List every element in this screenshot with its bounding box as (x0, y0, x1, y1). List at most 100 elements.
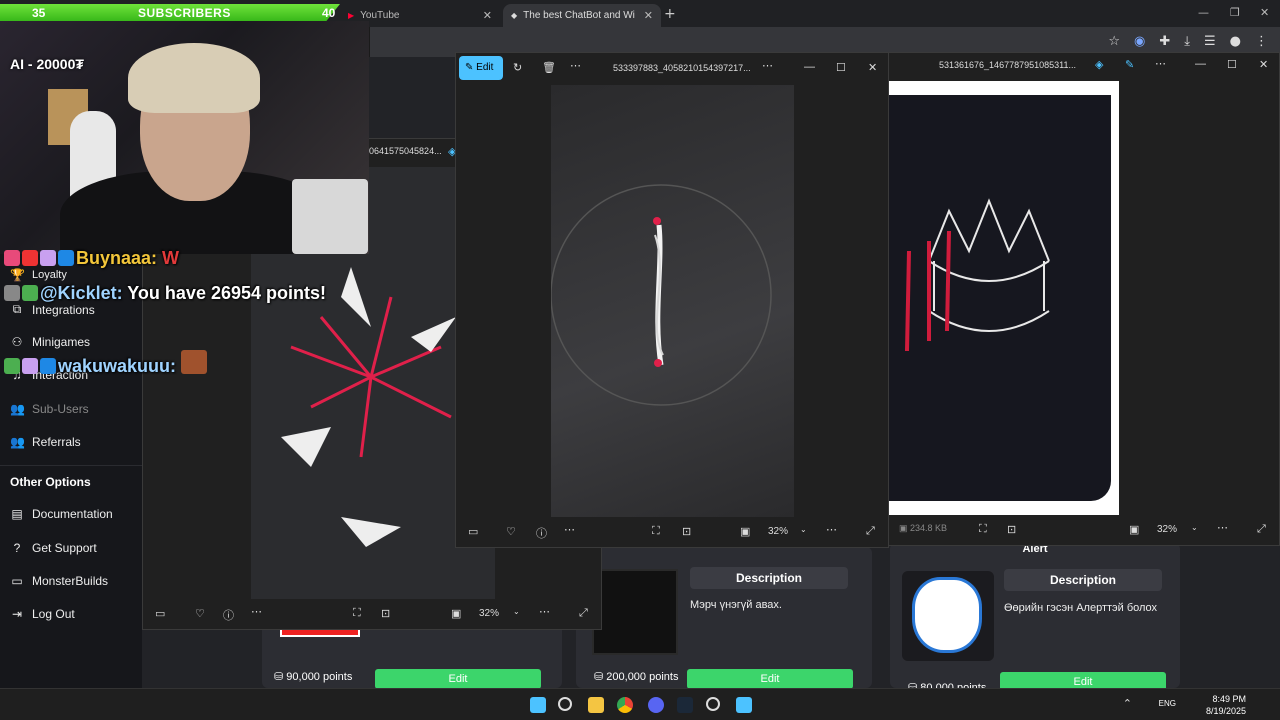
actual-size-icon[interactable]: ▣ (1129, 523, 1139, 536)
minimize-icon[interactable]: — (804, 61, 815, 73)
crop-icon[interactable]: ⊡ (381, 607, 390, 620)
discord-icon[interactable] (648, 697, 664, 713)
maximize-icon[interactable]: ☐ (1227, 58, 1237, 71)
more-icon[interactable]: ⋯ (1217, 521, 1228, 534)
extensions-icon[interactable]: ◉ (1134, 34, 1145, 49)
info-icon[interactable]: ⓘ (536, 525, 547, 541)
crop-icon[interactable]: ⊡ (682, 525, 691, 538)
sidebar-item-minigames[interactable]: ⚇ Minigames (10, 335, 90, 349)
tab-label: The best ChatBot and Widgets (523, 10, 635, 21)
more-icon[interactable]: ⋯ (762, 59, 773, 72)
fit-icon[interactable]: ⛶ (652, 525, 660, 538)
edit-button[interactable]: ✎ Edit (459, 56, 503, 80)
chevron-down-icon[interactable]: ⌄ (800, 525, 807, 534)
edit-button[interactable]: Edit (687, 669, 853, 689)
fullscreen-icon[interactable]: ⤢ (866, 525, 875, 538)
chevron-down-icon[interactable]: ⌄ (1191, 523, 1198, 532)
clock[interactable]: 8:49 PM 8/19/2025 (1206, 693, 1246, 717)
sidebar-item-loyalty[interactable]: 🏆 Loyalty (10, 268, 67, 282)
photos-icon[interactable] (736, 697, 752, 713)
sidebar-item-label: Log Out (32, 607, 75, 621)
points-value: 200,000 points (606, 671, 679, 683)
chevron-up-icon[interactable]: ⌃ (1123, 697, 1132, 710)
more-icon[interactable]: ⋯ (570, 59, 581, 72)
fullscreen-icon[interactable]: ⤢ (1257, 523, 1266, 536)
sidebar: 🏆 Loyalty ⧉ Integrations ⚇ Minigames ♫ Inter… (0, 254, 142, 688)
points-label: ⛁ 200,000 points (594, 671, 679, 683)
close-icon[interactable]: ✕ (1259, 58, 1268, 71)
more-icon[interactable]: ⋮ (1255, 34, 1268, 49)
windows-start-icon[interactable] (530, 697, 546, 713)
edit-button[interactable]: Edit (375, 669, 541, 689)
streamer-hair (128, 43, 260, 113)
sidebar-item-get-support[interactable]: ? Get Support (10, 541, 97, 555)
viewer-bottombar: ▭ ♡ ⓘ ⋯ ⛶ ⊡ ▣ 32% ⌄ ⋯ ⤢ (456, 517, 888, 547)
sidebar-item-documentation[interactable]: ▤ Documentation (10, 507, 112, 521)
rotate-icon[interactable]: ↻ (513, 61, 522, 74)
close-icon[interactable]: ✕ (868, 61, 877, 74)
viewer-titlebar: 531361676_1467787951085311... ◈ ✎ ⋯ — ☐ … (889, 53, 1279, 81)
star-icon[interactable]: ☆ (1108, 34, 1120, 49)
avatar[interactable]: ● (1230, 34, 1241, 49)
menu-icon[interactable]: ☰ (1204, 34, 1216, 49)
fullscreen-icon[interactable]: ⤢ (579, 607, 588, 620)
sidebar-item-label: Sub-Users (32, 402, 89, 416)
sidebar-item-integrations[interactable]: ⧉ Integrations (10, 302, 95, 317)
subscriber-count: 35 (32, 5, 46, 20)
favorite-icon[interactable]: ♡ (195, 607, 205, 620)
search-icon[interactable] (558, 697, 572, 711)
info-icon[interactable]: ⓘ (223, 607, 234, 623)
restore-icon[interactable]: ❐ (1230, 6, 1240, 19)
store-item-card: Description Мэрч үнэгүй авах. ⛁ 200,000 … (576, 547, 872, 688)
chevron-down-icon[interactable]: ⌄ (513, 607, 520, 616)
fit-icon[interactable]: ⛶ (353, 607, 361, 620)
more-icon[interactable]: ⋯ (564, 523, 575, 536)
windows-icon (58, 250, 74, 266)
copilot-icon[interactable]: ◈ (1095, 58, 1103, 71)
filmstrip-icon[interactable]: ▭ (468, 525, 478, 538)
actual-size-icon[interactable]: ▣ (451, 607, 461, 620)
subscriber-label: SUBSCRIBERS (138, 5, 231, 20)
description-text: Өөрийн гэсэн Алерттэй болох (1004, 602, 1158, 614)
close-window-icon[interactable]: ✕ (1260, 6, 1269, 19)
minimize-icon[interactable]: — (1198, 6, 1209, 19)
zoom-level[interactable]: 32% (479, 608, 499, 619)
actual-size-icon[interactable]: ▣ (740, 525, 750, 538)
more-icon[interactable]: ⋯ (539, 605, 550, 618)
more-icon[interactable]: ⋯ (251, 605, 262, 618)
fox-mask-image (902, 571, 994, 661)
sidebar-item-log-out[interactable]: ⇥ Log Out (10, 607, 75, 621)
download-icon[interactable]: ⤓ (1184, 34, 1190, 49)
tab-botrix[interactable]: ◆ The best ChatBot and Widgets ✕ (503, 4, 661, 27)
taskbar: ⌃ ENG 8:49 PM 8/19/2025 (0, 688, 1280, 720)
puzzle-icon[interactable]: ✚ (1159, 34, 1170, 49)
new-tab-icon[interactable]: + (664, 6, 676, 22)
more-icon[interactable]: ⋯ (826, 523, 837, 536)
language-indicator[interactable]: ENG (1159, 699, 1176, 708)
points-value: 90,000 points (286, 671, 353, 683)
zoom-level[interactable]: 32% (1157, 524, 1177, 535)
edit-icon[interactable]: ✎ (1125, 58, 1134, 71)
description-heading: Description (690, 567, 848, 589)
crop-icon[interactable]: ⊡ (1007, 523, 1016, 536)
zoom-level[interactable]: 32% (768, 526, 788, 537)
fit-icon[interactable]: ⛶ (979, 523, 987, 536)
obs-icon[interactable] (706, 697, 720, 711)
maximize-icon[interactable]: ☐ (836, 61, 846, 74)
webcam-feed: AI - 20000₮ (0, 21, 369, 254)
filmstrip-icon[interactable]: ▭ (155, 607, 165, 620)
chrome-icon[interactable] (617, 697, 633, 713)
more-icon[interactable]: ⋯ (1155, 57, 1166, 70)
chat-username: @Kicklet: (40, 283, 123, 303)
steam-icon[interactable] (677, 697, 693, 713)
sidebar-item-monsterbuilds[interactable]: ▭ MonsterBuilds (10, 574, 108, 588)
delete-icon[interactable]: 🗑 (542, 61, 556, 74)
file-explorer-icon[interactable] (588, 697, 604, 713)
monitor-icon: ▭ (11, 574, 23, 588)
sidebar-item-referrals[interactable]: 👥 Referrals (10, 435, 81, 449)
sidebar-item-sub-users[interactable]: 👥 Sub-Users (10, 402, 89, 416)
close-tab-icon[interactable]: ✕ (644, 9, 653, 22)
minimize-icon[interactable]: — (1195, 58, 1206, 70)
favorite-icon[interactable]: ♡ (506, 525, 516, 538)
close-tab-icon[interactable]: ✕ (483, 9, 492, 22)
